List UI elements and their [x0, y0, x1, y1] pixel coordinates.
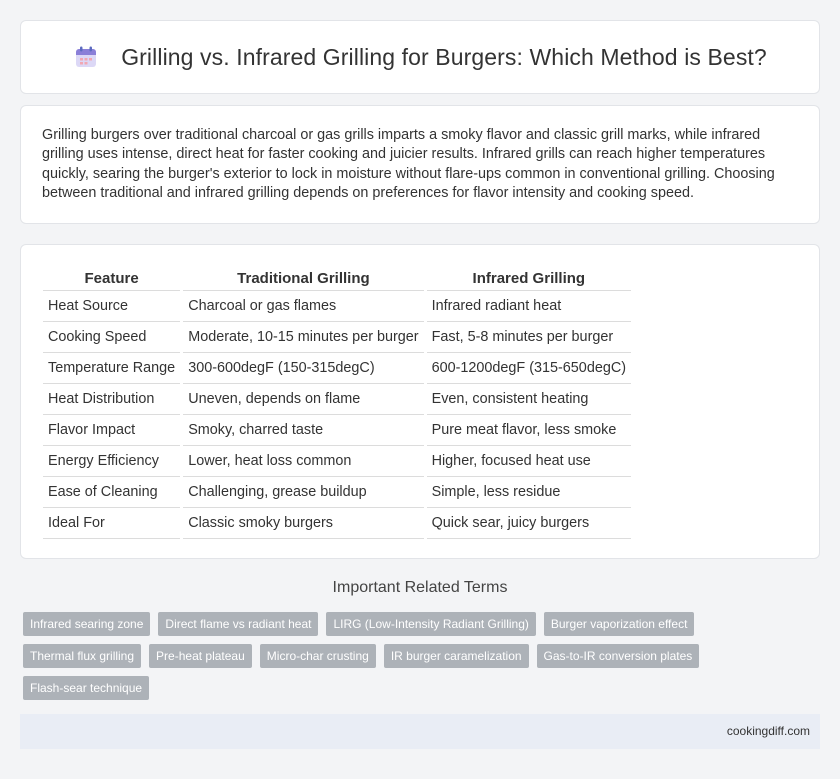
- feature-cell: Flavor Impact: [43, 415, 181, 446]
- page-title: Grilling vs. Infrared Grilling for Burge…: [121, 43, 767, 70]
- footer: cookingdiff.com: [20, 714, 820, 749]
- table-row: Cooking Speed Moderate, 10-15 minutes per…: [43, 322, 632, 353]
- infrared-cell: Pure meat flavor, less smoke: [426, 415, 632, 446]
- table-row: Heat Source Charcoal or gas flames Infrare…: [43, 291, 632, 322]
- traditional-cell: Uneven, depends on flame: [183, 384, 424, 415]
- infrared-cell: Higher, focused heat use: [426, 446, 632, 477]
- table-row: Flavor Impact Smoky, charred taste Pure me…: [43, 415, 632, 446]
- related-term-tag[interactable]: Flash-sear technique: [23, 676, 150, 700]
- related-term-tag[interactable]: Infrared searing zone: [23, 612, 151, 636]
- traditional-cell: Challenging, grease buildup: [183, 477, 424, 508]
- footer-site: cookingdiff.com: [726, 724, 810, 738]
- infrared-cell: Even, consistent heating: [426, 384, 632, 415]
- traditional-cell: Smoky, charred taste: [183, 415, 424, 446]
- table-row: Heat Distribution Uneven, depends on flam…: [43, 384, 632, 415]
- infrared-cell: 600-1200degF (315-650degC): [426, 353, 632, 384]
- header-card: Grilling vs. Infrared Grilling for Burge…: [20, 20, 820, 94]
- related-terms-tags: Infrared searing zone Direct flame vs rad…: [23, 612, 743, 700]
- traditional-cell: Moderate, 10-15 minutes per burger: [183, 322, 424, 353]
- related-term-tag[interactable]: Pre-heat plateau: [149, 644, 252, 668]
- table-header-feature: Feature: [43, 264, 181, 291]
- table-row: Temperature Range 300-600degF (150-315deg…: [43, 353, 632, 384]
- infrared-cell: Simple, less residue: [426, 477, 632, 508]
- feature-cell: Ease of Cleaning: [43, 477, 181, 508]
- table-header-infrared: Infrared Grilling: [426, 264, 632, 291]
- related-term-tag[interactable]: Burger vaporization effect: [543, 612, 695, 636]
- feature-cell: Cooking Speed: [43, 322, 181, 353]
- infrared-cell: Quick sear, juicy burgers: [426, 508, 632, 539]
- table-row: Ease of Cleaning Challenging, grease buil…: [43, 477, 632, 508]
- feature-cell: Energy Efficiency: [43, 446, 181, 477]
- traditional-cell: Charcoal or gas flames: [183, 291, 424, 322]
- table-row: Energy Efficiency Lower, heat loss common…: [43, 446, 632, 477]
- traditional-cell: Lower, heat loss common: [183, 446, 424, 477]
- comparison-table-card: Feature Traditional Grilling Infrared Gr…: [20, 244, 820, 559]
- infrared-cell: Fast, 5-8 minutes per burger: [426, 322, 632, 353]
- infrared-cell: Infrared radiant heat: [426, 291, 632, 322]
- intro-text: Grilling burgers over traditional charco…: [42, 127, 775, 202]
- table-header-row: Feature Traditional Grilling Infrared Gr…: [43, 264, 632, 291]
- related-term-tag[interactable]: Gas-to-IR conversion plates: [536, 644, 700, 668]
- traditional-cell: Classic smoky burgers: [183, 508, 424, 539]
- title-wrap: Grilling vs. Infrared Grilling for Burge…: [73, 44, 767, 71]
- calendar-icon: [76, 46, 97, 67]
- comparison-table: Feature Traditional Grilling Infrared Gr…: [43, 264, 632, 539]
- feature-cell: Heat Distribution: [43, 384, 181, 415]
- traditional-cell: 300-600degF (150-315degC): [183, 353, 424, 384]
- table-header-traditional: Traditional Grilling: [183, 264, 424, 291]
- related-term-tag[interactable]: Micro-char crusting: [259, 644, 376, 668]
- related-term-tag[interactable]: LIRG (Low-Intensity Radiant Grilling): [326, 612, 536, 636]
- feature-cell: Ideal For: [43, 508, 181, 539]
- table-row: Ideal For Classic smoky burgers Quick sear…: [43, 508, 632, 539]
- related-term-tag[interactable]: IR burger caramelization: [383, 644, 529, 668]
- feature-cell: Temperature Range: [43, 353, 181, 384]
- feature-cell: Heat Source: [43, 291, 181, 322]
- related-term-tag[interactable]: Thermal flux grilling: [23, 644, 142, 668]
- related-term-tag[interactable]: Direct flame vs radiant heat: [158, 612, 319, 636]
- intro-card: Grilling burgers over traditional charco…: [20, 105, 820, 224]
- related-terms-title: Important Related Terms: [332, 579, 508, 596]
